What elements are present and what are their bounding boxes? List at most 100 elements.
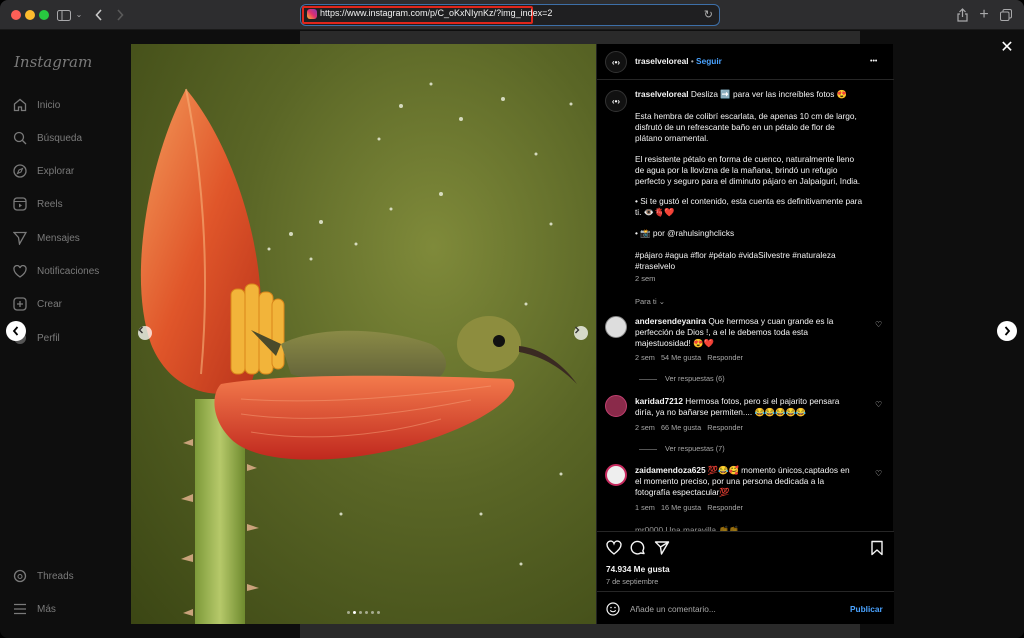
comment-likes[interactable]: 16 Me gusta <box>661 503 701 512</box>
address-bar[interactable]: https://www.instagram.com/p/C_oKxNIynKz/… <box>300 4 720 26</box>
comment-3: zaidamendoza625 💯😂🥰 momento únicos,capta… <box>635 465 850 497</box>
browser-toolbar: ⌄ https://www.instagram.com/p/C_oKxNIynK… <box>0 0 1024 30</box>
sidebar-item-label: Perfil <box>37 332 60 344</box>
comment-likes[interactable]: 54 Me gusta <box>661 353 701 362</box>
comment-icon[interactable] <box>630 540 646 556</box>
minimize-window-button[interactable] <box>25 10 35 20</box>
publish-button[interactable]: Publicar <box>850 604 883 615</box>
chevron-down-icon: ⌄ <box>658 297 666 306</box>
zoom-window-button[interactable] <box>39 10 49 20</box>
like-comment-icon[interactable]: ♡ <box>875 320 883 329</box>
comment-3-meta: 1 sem 16 Me gusta Responder <box>635 503 743 512</box>
carousel-indicator <box>347 611 380 614</box>
post-photo[interactable] <box>131 44 596 624</box>
reload-icon[interactable]: ↻ <box>704 8 713 21</box>
menu-icon <box>12 601 28 617</box>
comment-2-meta: 2 sem 66 Me gusta Responder <box>635 423 743 432</box>
tab-overview-icon[interactable] <box>999 7 1013 23</box>
author-avatar[interactable]: ‹•› <box>605 51 627 73</box>
caption-paragraph-3: • Si te gustó el contenido, esta cuenta … <box>635 196 863 217</box>
like-comment-icon[interactable]: ♡ <box>875 469 883 478</box>
like-heart-icon[interactable] <box>606 540 622 556</box>
commenter-avatar[interactable] <box>605 395 627 417</box>
reply-button[interactable]: Responder <box>707 423 743 432</box>
sidebar-item-label: Crear <box>37 298 63 310</box>
caption-text: Desliza ➡️ para ver las increíbles fotos… <box>690 89 848 99</box>
header-separator: • <box>690 56 694 66</box>
sidebar-item-notificaciones[interactable]: Notificaciones <box>12 261 99 281</box>
carousel-prev-button[interactable] <box>138 326 152 340</box>
sidebar-toggle-icon[interactable] <box>56 7 72 23</box>
instagram-logo[interactable]: Instagram <box>14 53 92 71</box>
caption-age: 2 sem <box>635 274 656 283</box>
sidebar-item-label: Explorar <box>37 165 75 177</box>
share-send-icon[interactable] <box>654 540 670 556</box>
plus-square-icon <box>12 296 28 312</box>
follow-button[interactable]: Seguir <box>696 56 722 66</box>
carousel-dot <box>365 611 368 614</box>
post-details-panel: ‹•› traselveloreal • Seguir ••• ‹•› tras… <box>596 44 894 624</box>
forward-icon[interactable] <box>114 7 126 23</box>
hummingbird-flower-image <box>140 82 577 624</box>
add-comment-row: Añade un comentario... Publicar <box>597 591 894 625</box>
like-comment-icon[interactable]: ♡ <box>875 400 883 409</box>
sidebar-item-explorar[interactable]: Explorar <box>12 161 74 181</box>
sidebar-item-crear[interactable]: Crear <box>12 294 62 314</box>
author-username[interactable]: traselveloreal <box>635 56 689 66</box>
back-icon[interactable] <box>93 7 105 23</box>
sidebar-item-label: Mensajes <box>37 232 80 244</box>
comment-1: andersendeyanira Que hermosa y cuan gran… <box>635 316 834 348</box>
carousel-dot <box>347 611 350 614</box>
comment-username[interactable]: andersendeyanira <box>635 316 706 326</box>
bookmark-icon[interactable] <box>870 540 886 556</box>
reels-icon <box>12 196 28 212</box>
comment-username[interactable]: karidad7212 <box>635 396 683 406</box>
carousel-dot <box>359 611 362 614</box>
post-date: 7 de septiembre <box>606 577 659 586</box>
sidebar-item-mensajes[interactable]: Mensajes <box>12 228 80 248</box>
sidebar-item-label: Notificaciones <box>37 265 100 277</box>
next-post-button[interactable] <box>997 321 1017 341</box>
sidebar-item-busqueda[interactable]: Búsqueda <box>12 128 82 148</box>
comment-2: karidad7212 Hermosa fotos, pero si el pa… <box>635 396 840 417</box>
caption-hashtags[interactable]: #pájaro #agua #flor #pétalo #vidaSilvest… <box>635 250 836 272</box>
compass-icon <box>12 163 28 179</box>
caption-line-1: traselveloreal Desliza ➡️ para ver las i… <box>635 89 847 100</box>
url-text[interactable]: https://www.instagram.com/p/C_oKxNIynKz/… <box>320 8 552 18</box>
sidebar-item-mas[interactable]: Más <box>12 599 56 619</box>
commenter-avatar[interactable] <box>605 464 627 486</box>
add-comment-input[interactable]: Añade un comentario... <box>630 604 716 615</box>
comment-username[interactable]: zaidamendoza625 <box>635 465 706 475</box>
caption-username[interactable]: traselveloreal <box>635 89 689 99</box>
caption-credit: • 📸 por @rahulsinghclicks <box>635 228 735 238</box>
post-actions-bar: 74.934 Me gusta 7 de septiembre Añade un… <box>597 531 894 624</box>
total-likes[interactable]: 74.934 Me gusta <box>606 564 670 575</box>
comment-likes[interactable]: 66 Me gusta <box>661 423 701 432</box>
previous-post-button[interactable] <box>6 321 26 341</box>
view-replies-button[interactable]: Ver respuestas (7) <box>639 443 725 454</box>
sidebar-item-label: Búsqueda <box>37 132 83 144</box>
for-you-label: Para ti <box>635 297 657 306</box>
sidebar-item-threads[interactable]: Threads <box>12 566 74 586</box>
caption-paragraph-2: El resistente pétalo en forma de cuenco,… <box>635 154 861 186</box>
reply-button[interactable]: Responder <box>707 353 743 362</box>
caption-avatar[interactable]: ‹•› <box>605 90 627 112</box>
carousel-next-button[interactable] <box>574 326 588 340</box>
new-tab-icon[interactable]: + <box>977 7 991 23</box>
post-header: ‹•› traselveloreal • Seguir ••• <box>597 44 894 80</box>
for-you-dropdown[interactable]: Para ti ⌄ <box>635 296 665 307</box>
view-replies-button[interactable]: Ver respuestas (6) <box>639 373 725 384</box>
chevron-down-icon[interactable]: ⌄ <box>74 7 84 23</box>
close-modal-icon[interactable]: ✕ <box>998 38 1016 56</box>
sidebar-item-label: Inicio <box>37 99 61 111</box>
sidebar-item-label: Reels <box>37 198 63 210</box>
share-icon[interactable] <box>955 7 969 23</box>
sidebar-item-reels[interactable]: Reels <box>12 194 63 214</box>
reply-button[interactable]: Responder <box>707 503 743 512</box>
emoji-icon[interactable] <box>606 602 620 616</box>
close-window-button[interactable] <box>11 10 21 20</box>
commenter-avatar[interactable] <box>605 316 627 338</box>
background-feed-top <box>300 31 860 45</box>
sidebar-item-inicio[interactable]: Inicio <box>12 95 60 115</box>
more-options-icon[interactable]: ••• <box>870 56 877 67</box>
